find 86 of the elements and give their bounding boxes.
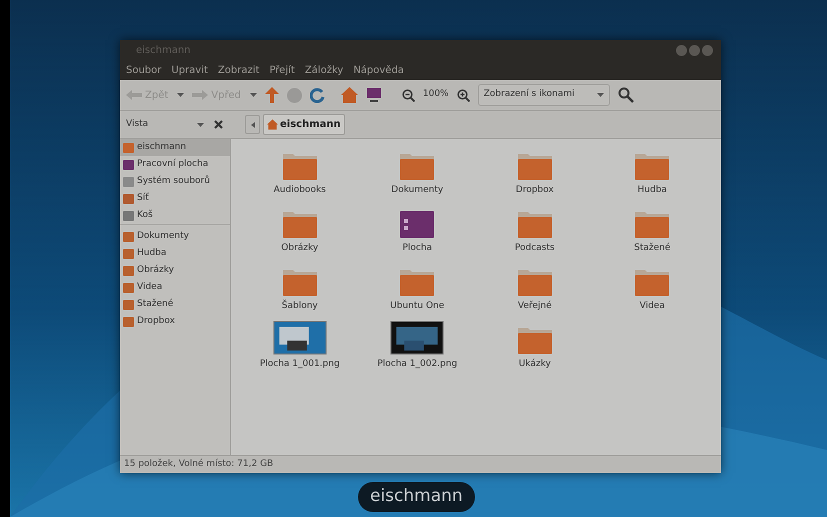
zoom-out-icon[interactable]	[402, 88, 415, 102]
menu-item[interactable]: Záložky	[304, 62, 344, 78]
file-item[interactable]: Dokumenty	[358, 147, 476, 197]
place-icon	[123, 232, 134, 242]
file-item[interactable]: Dropbox	[476, 147, 594, 197]
sidebar-mode-dropdown[interactable]: Vista	[126, 118, 204, 132]
home-icon[interactable]	[340, 87, 358, 103]
place-icon	[123, 316, 134, 326]
sidebar-item[interactable]: Koš	[120, 207, 230, 224]
file-name: Stažené	[634, 242, 670, 254]
file-item[interactable]: Podcasts	[476, 205, 594, 255]
reload-icon[interactable]	[310, 88, 325, 102]
file-name: Dropbox	[516, 184, 554, 196]
file-item[interactable]: Stažené	[594, 205, 711, 255]
place-icon	[123, 160, 134, 170]
status-text: 15 položek, Volné místo: 71,2 GB	[124, 458, 274, 471]
file-name: Hudba	[638, 184, 667, 196]
sidebar-item[interactable]: Systém souborů	[120, 173, 230, 190]
window-control-icon[interactable]	[689, 44, 700, 56]
file-name: Plocha 1_002.png	[377, 358, 458, 370]
desktop-folder-icon	[399, 208, 436, 238]
close-icon[interactable]	[214, 120, 223, 129]
path-button[interactable]: eischmann	[263, 114, 345, 135]
file-name: Plocha	[402, 242, 432, 254]
file-item[interactable]: Audiobooks	[241, 147, 358, 197]
menu-item[interactable]: Upravit	[171, 62, 208, 78]
file-name: Audiobooks	[274, 184, 326, 196]
file-name: Ubuntu One	[390, 300, 444, 312]
image-thumbnail-icon	[272, 321, 327, 354]
sidebar-item[interactable]: Dropbox	[120, 313, 230, 330]
window-label-text: eischmann	[370, 485, 463, 508]
back-arrow-icon	[126, 90, 142, 100]
place-icon	[123, 142, 134, 152]
file-name: Plocha 1_001.png	[260, 358, 340, 370]
place-icon	[123, 210, 134, 220]
place-icon	[123, 248, 134, 258]
place-icon	[123, 300, 134, 310]
place-icon	[123, 176, 134, 186]
menu-item[interactable]: Soubor	[126, 62, 162, 78]
file-item[interactable]: Plocha 1_002.png	[358, 321, 476, 371]
sidebar-item[interactable]: Videa	[120, 279, 230, 296]
caret-icon	[250, 93, 257, 97]
file-item[interactable]: Veřejné	[476, 263, 594, 313]
sidebar-item[interactable]: Stažené	[120, 296, 230, 313]
sidebar-item[interactable]: Dokumenty	[120, 228, 230, 245]
window-control-icon[interactable]	[676, 44, 687, 56]
sidebar-item[interactable]: Pracovní plocha	[120, 156, 230, 173]
menu-item[interactable]: Zobrazit	[218, 62, 260, 78]
file-name: Ukázky	[518, 358, 551, 370]
menu-item[interactable]: Nápověda	[353, 62, 404, 78]
file-name: Podcasts	[514, 242, 555, 254]
file-item[interactable]: Plocha 1_001.png	[241, 321, 358, 371]
file-item[interactable]: Videa	[594, 263, 711, 313]
sidebar-item[interactable]: Hudba	[120, 245, 230, 262]
menu-item[interactable]: Přejít	[269, 62, 295, 78]
place-icon	[123, 282, 134, 292]
up-arrow-icon[interactable]	[264, 87, 279, 103]
caret-icon	[197, 122, 204, 126]
zoom-in-icon[interactable]	[456, 88, 470, 102]
file-name: Videa	[640, 300, 665, 312]
place-icon	[123, 194, 134, 204]
file-name: Obrázky	[281, 242, 318, 254]
path-back-button[interactable]	[245, 115, 260, 134]
zoom-level: 100%	[422, 88, 449, 102]
file-name: Šablony	[282, 300, 318, 312]
computer-icon[interactable]	[366, 87, 382, 103]
home-icon	[267, 119, 278, 130]
search-icon[interactable]	[618, 87, 634, 103]
file-item[interactable]: Obrázky	[241, 205, 358, 255]
sidebar-item[interactable]: Síť	[120, 190, 230, 207]
file-name: Dokumenty	[391, 184, 444, 196]
view-mode-dropdown[interactable]: Zobrazení s ikonami	[478, 84, 610, 106]
sidebar-item[interactable]: Obrázky	[120, 262, 230, 279]
caret-icon	[596, 93, 604, 97]
file-item[interactable]: Šablony	[241, 263, 358, 313]
file-item[interactable]: Ukázky	[476, 321, 594, 371]
file-item[interactable]: Plocha	[358, 205, 476, 255]
image-thumbnail-icon	[390, 321, 444, 354]
file-name: Veřejné	[518, 300, 552, 312]
place-icon	[123, 266, 134, 276]
caret-icon	[177, 93, 184, 97]
sidebar-item[interactable]: eischmann	[120, 139, 230, 156]
left-triangle-icon	[250, 122, 254, 128]
file-item[interactable]: Ubuntu One	[358, 263, 476, 313]
forward-arrow-icon	[192, 90, 208, 100]
file-item[interactable]: Hudba	[594, 147, 711, 197]
